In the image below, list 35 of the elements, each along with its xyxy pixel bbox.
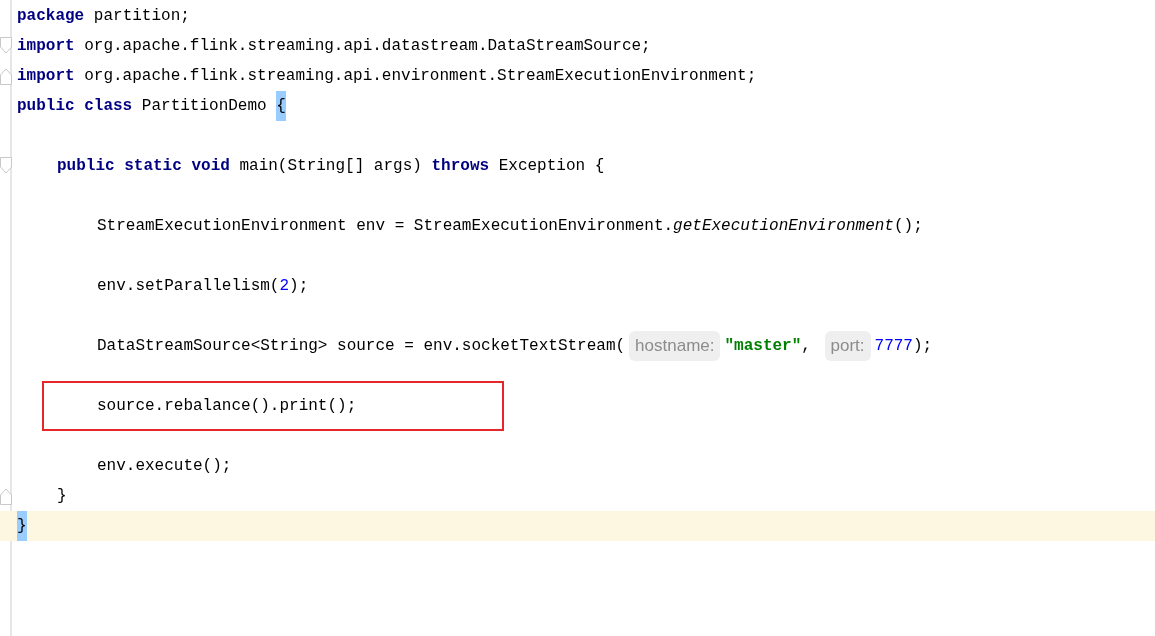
code-token: public class bbox=[17, 96, 133, 117]
fold-marker-icon[interactable] bbox=[0, 37, 12, 55]
code-token: StreamExecutionEnvironment env = StreamExecutionEnvironment. bbox=[97, 216, 674, 237]
code-token: package bbox=[17, 6, 85, 27]
code-token: (); bbox=[893, 216, 923, 237]
fold-marker-icon[interactable] bbox=[0, 67, 12, 85]
code-token: , bbox=[801, 336, 812, 357]
code-token: Exception bbox=[497, 156, 587, 177]
code-token: env.setParallelism( bbox=[97, 276, 280, 297]
code-token: source.rebalance().print(); bbox=[97, 396, 357, 417]
code-token: public static void bbox=[57, 156, 230, 177]
fold-marker-icon[interactable] bbox=[0, 157, 12, 175]
code-token: "master" bbox=[724, 336, 802, 357]
code-token: import bbox=[17, 66, 75, 87]
code-token: 2 bbox=[279, 276, 290, 297]
code-token: 7777 bbox=[874, 336, 913, 357]
code-token: org.apache.flink.streaming.api.datastream.DataStreamSource; bbox=[83, 36, 651, 57]
code-token: { bbox=[594, 156, 605, 177]
code-token: PartitionDemo bbox=[140, 96, 268, 117]
code-token: main(String[] args) bbox=[238, 156, 423, 177]
code-token: DataStreamSource<String> source = env.socketTextStream( bbox=[97, 336, 626, 357]
code-token: ); bbox=[912, 336, 933, 357]
code-token: getExecutionEnvironment bbox=[673, 216, 894, 237]
code-token: } bbox=[57, 486, 67, 507]
code-token: org.apache.flink.streaming.api.environment.StreamExecutionEnvironment; bbox=[83, 66, 757, 87]
parameter-hint: port: bbox=[824, 331, 871, 361]
code-token: ); bbox=[289, 276, 309, 297]
code-token: { bbox=[276, 91, 286, 121]
code-token: env.execute(); bbox=[97, 456, 232, 477]
code-token: partition; bbox=[92, 6, 190, 27]
code-token: } bbox=[17, 511, 27, 541]
parameter-hint: hostname: bbox=[629, 331, 721, 361]
code-token: import bbox=[17, 36, 75, 57]
fold-marker-icon[interactable] bbox=[0, 487, 12, 505]
code-token: throws bbox=[431, 156, 490, 177]
